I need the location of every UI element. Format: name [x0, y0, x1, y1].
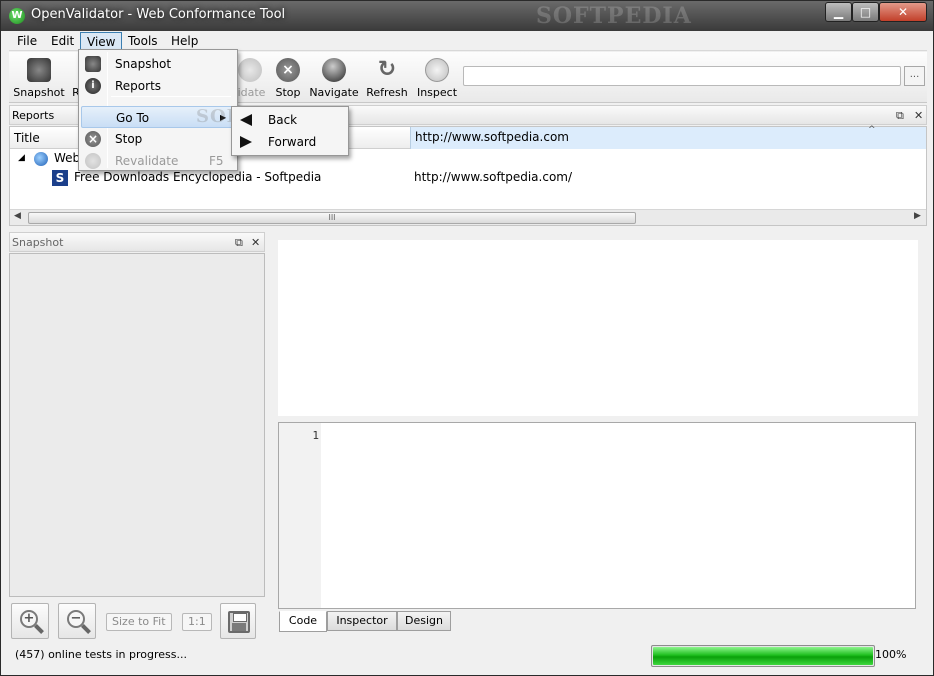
- close-button[interactable]: ✕: [879, 2, 927, 22]
- progress-fill: [653, 647, 873, 665]
- menu-help[interactable]: Help: [165, 32, 204, 50]
- menu-item-label: Go To: [116, 111, 150, 125]
- reports-panel-title: Reports: [12, 109, 55, 122]
- menu-item-label: Revalidate: [115, 154, 179, 168]
- sort-arrow-icon: ^: [868, 125, 876, 135]
- menu-edit[interactable]: Edit: [45, 32, 80, 50]
- zoom-out-button[interactable]: −: [58, 603, 96, 639]
- status-message: (457) online tests in progress...: [15, 648, 187, 661]
- menu-item-forward[interactable]: Forward: [234, 131, 346, 153]
- progress-label: 100%: [875, 648, 907, 661]
- inspect-button[interactable]: Inspect: [415, 56, 459, 100]
- navigate-icon: [322, 58, 346, 82]
- menu-item-label: Stop: [115, 132, 143, 146]
- navigate-label: Navigate: [309, 86, 359, 99]
- menu-item-reports[interactable]: i Reports: [81, 75, 235, 97]
- globe-icon: [34, 152, 48, 166]
- camera-icon: [27, 58, 51, 82]
- menu-item-shortcut: F5: [209, 154, 224, 168]
- softpedia-logo-icon: S: [52, 170, 68, 186]
- menu-tools[interactable]: Tools: [122, 32, 164, 50]
- navigate-button[interactable]: Navigate: [309, 56, 359, 100]
- floppy-disk-icon: [228, 611, 250, 633]
- menu-item-stop[interactable]: × Stop: [81, 128, 235, 150]
- menu-item-snapshot[interactable]: Snapshot: [81, 53, 235, 75]
- menu-item-revalidate[interactable]: Revalidate F5: [81, 150, 235, 172]
- size-to-fit-button[interactable]: Size to Fit: [106, 613, 172, 631]
- menu-item-label: Forward: [268, 135, 317, 149]
- tab-inspector[interactable]: Inspector: [327, 611, 397, 631]
- column-url[interactable]: http://www.softpedia.com: [410, 127, 926, 149]
- snapshot-panel-title: Snapshot: [12, 236, 64, 249]
- actual-size-button[interactable]: 1:1: [182, 613, 212, 631]
- column-title[interactable]: Title: [14, 131, 40, 145]
- progress-bar: [651, 645, 875, 667]
- code-editor[interactable]: 1: [278, 422, 916, 609]
- zoom-in-button[interactable]: +: [11, 603, 49, 639]
- tab-design[interactable]: Design: [397, 611, 451, 631]
- goto-submenu: Back Forward: [231, 106, 349, 156]
- stop-button[interactable]: × Stop: [273, 56, 303, 100]
- horizontal-scrollbar[interactable]: ◀ III ▶: [10, 209, 926, 225]
- address-input[interactable]: [463, 66, 901, 86]
- status-bar: (457) online tests in progress... 100%: [9, 645, 927, 667]
- refresh-icon: ↻: [377, 57, 397, 82]
- menu-file[interactable]: File: [11, 32, 43, 50]
- expand-arrow-icon[interactable]: ◢: [18, 149, 25, 168]
- revalidate-icon: [85, 153, 101, 169]
- float-icon[interactable]: ⧉: [896, 106, 904, 125]
- float-icon[interactable]: ⧉: [235, 233, 243, 252]
- maximize-button[interactable]: □: [852, 2, 879, 22]
- forward-arrow-icon: [240, 136, 252, 148]
- menu-item-back[interactable]: Back: [234, 109, 346, 131]
- window-title: OpenValidator - Web Conformance Tool: [31, 7, 286, 22]
- refresh-button[interactable]: ↻ Refresh: [365, 56, 409, 100]
- magnifier-icon: [425, 58, 449, 82]
- stop-icon: ×: [276, 58, 300, 82]
- title-bar: W OpenValidator - Web Conformance Tool S…: [1, 1, 933, 31]
- line-gutter: 1: [279, 423, 321, 608]
- menu-item-label: Reports: [115, 79, 162, 93]
- camera-icon: [85, 56, 101, 72]
- scroll-thumb[interactable]: III: [28, 212, 636, 224]
- scroll-right-icon[interactable]: ▶: [914, 211, 921, 221]
- close-panel-icon[interactable]: ✕: [914, 106, 923, 125]
- page-preview: [278, 240, 918, 416]
- row-url: http://www.softpedia.com/: [414, 170, 573, 184]
- minimize-button[interactable]: ▁: [825, 2, 852, 22]
- menu-item-label: Back: [268, 113, 298, 127]
- row-title: Web: [54, 151, 81, 165]
- back-arrow-icon: [240, 114, 252, 126]
- revalidate-icon: [238, 58, 262, 82]
- save-button[interactable]: [220, 603, 256, 639]
- scroll-left-icon[interactable]: ◀: [14, 211, 21, 221]
- browse-button[interactable]: ...: [904, 66, 925, 86]
- app-logo-icon: W: [9, 8, 25, 24]
- menu-bar: File Edit View Tools Help: [9, 31, 927, 51]
- revalidate-label: lidate: [234, 86, 266, 99]
- menu-view[interactable]: View: [80, 32, 123, 50]
- inspect-label: Inspect: [416, 86, 458, 99]
- menu-item-label: Snapshot: [115, 57, 172, 71]
- info-icon: i: [85, 78, 101, 94]
- watermark: SOFTPEDIA: [536, 3, 692, 29]
- snapshot-button[interactable]: Snapshot: [13, 56, 65, 100]
- snapshot-panel-header: Snapshot ⧉ ✕: [9, 232, 265, 252]
- tab-code[interactable]: Code: [279, 611, 327, 632]
- snapshot-label: Snapshot: [13, 86, 65, 99]
- close-panel-icon[interactable]: ✕: [251, 233, 260, 252]
- stop-label: Stop: [275, 86, 301, 99]
- snapshot-view: [9, 253, 265, 597]
- stop-icon: ×: [85, 131, 101, 147]
- refresh-label: Refresh: [366, 86, 408, 99]
- snapshot-tools: + − Size to Fit 1:1: [9, 601, 265, 641]
